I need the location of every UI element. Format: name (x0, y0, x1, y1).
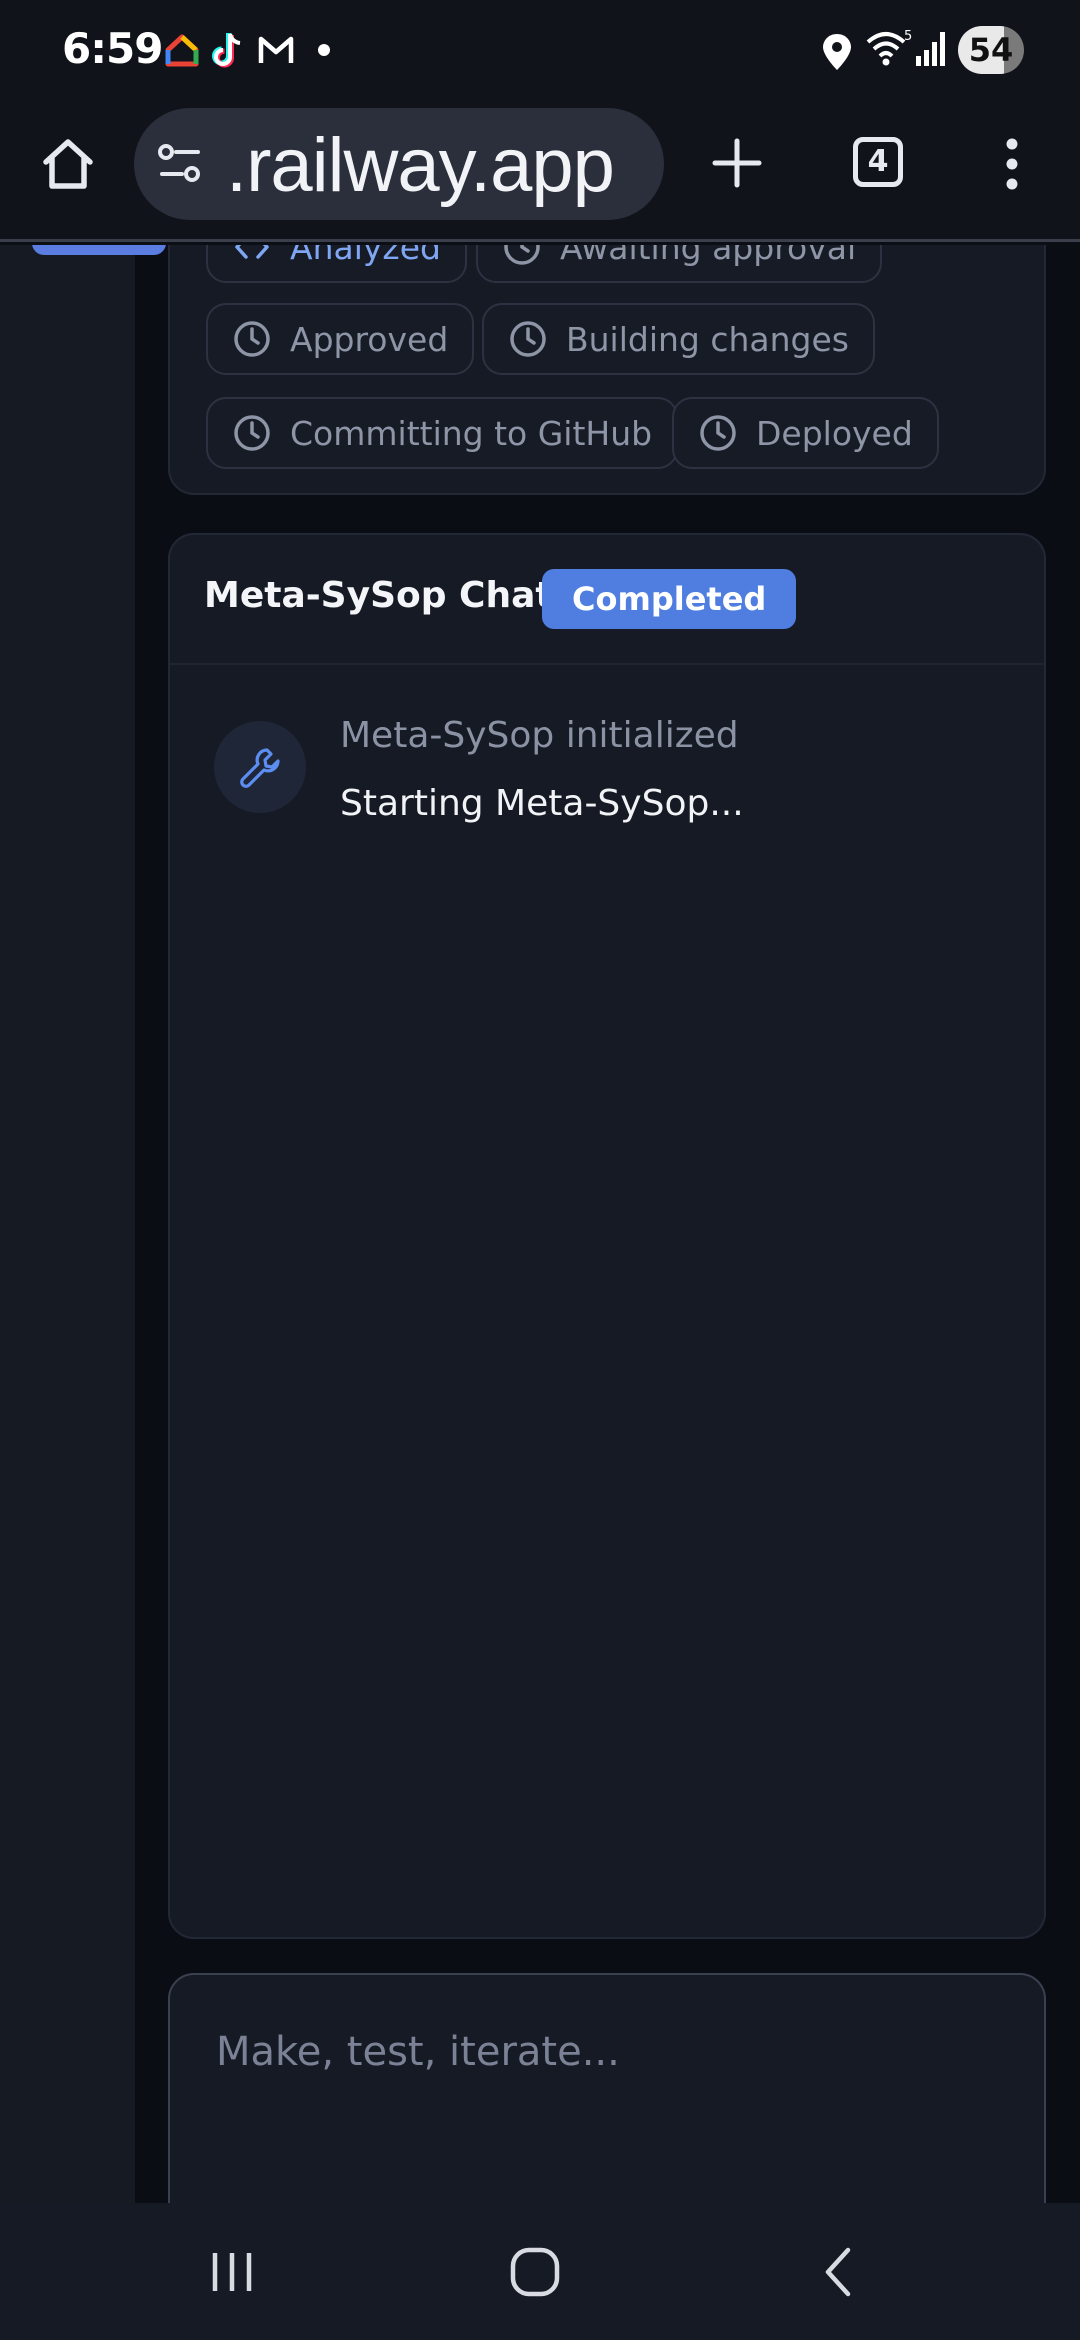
address-bar[interactable]: .railway.app (134, 108, 664, 220)
tab-switcher-button[interactable]: 4 (853, 137, 903, 187)
step-label: Analyzed (290, 245, 441, 267)
svg-text:5: 5 (904, 29, 912, 44)
progress-card: Analyzed Awaiting approval Approved Buil… (168, 245, 1046, 495)
new-tab-icon[interactable] (712, 138, 762, 188)
site-settings-icon[interactable] (156, 142, 204, 186)
step-label: Committing to GitHub (290, 413, 653, 453)
status-time: 6:59 (62, 24, 163, 73)
code-icon (235, 245, 269, 259)
back-button[interactable] (738, 2203, 938, 2340)
chat-title: Meta-SySop Chat (204, 575, 553, 616)
status-badge: Completed (542, 569, 797, 629)
browser-toolbar: .railway.app 4 (0, 100, 1080, 242)
message-avatar (214, 721, 306, 813)
notification-dot (318, 44, 330, 56)
clock-icon (234, 415, 270, 451)
step-label: Approved (290, 319, 449, 359)
step-chip-analyzed: Analyzed (206, 245, 467, 283)
home-icon[interactable] (40, 136, 96, 192)
web-page: Analyzed Awaiting approval Approved Buil… (0, 245, 1080, 2203)
gmail-icon (258, 36, 294, 63)
clock-icon (504, 245, 540, 265)
home-button[interactable] (435, 2203, 635, 2340)
back-icon (825, 2247, 851, 2296)
divider (170, 663, 1044, 665)
message-composer (168, 1973, 1046, 2203)
step-chip-approved: Approved (206, 303, 475, 375)
step-label: Building changes (566, 319, 849, 359)
message-body: Starting Meta-SySop... (340, 783, 744, 824)
recent-apps-button[interactable] (132, 2203, 332, 2340)
sidebar (0, 245, 166, 2203)
home-circle-icon (510, 2247, 560, 2296)
more-menu-icon[interactable] (1000, 136, 1024, 192)
step-chip-building-changes: Building changes (482, 303, 875, 375)
step-chip-awaiting-approval: Awaiting approval (476, 245, 883, 283)
tiktok-icon (212, 33, 241, 68)
step-chip-deployed: Deployed (672, 397, 939, 469)
google-home-icon (165, 34, 199, 67)
step-label: Awaiting approval (560, 245, 857, 267)
message-title: Meta-SySop initialized (340, 715, 739, 756)
url-text[interactable]: .railway.app (226, 122, 615, 209)
recent-apps-icon (212, 2252, 252, 2291)
clock-icon (510, 321, 546, 357)
clock-icon (234, 321, 270, 357)
chat-panel: Meta-SySop Chat Completed Meta-SySop ini… (168, 533, 1046, 1939)
wifi-icon: 5 (866, 29, 912, 66)
location-icon (823, 34, 851, 70)
step-label: Deployed (756, 413, 913, 453)
status-bar: 6:59 5 54 (0, 0, 1080, 100)
step-chip-committing-to-github: Committing to GitHub (206, 397, 679, 469)
sidebar-active-tab[interactable] (32, 245, 166, 255)
signal-icon (916, 32, 945, 66)
system-navigation-bar (0, 2203, 1080, 2340)
message-input[interactable] (216, 2017, 996, 2087)
wrench-icon (240, 748, 280, 788)
battery-indicator: 54 (958, 26, 1024, 74)
clock-icon (700, 415, 736, 451)
